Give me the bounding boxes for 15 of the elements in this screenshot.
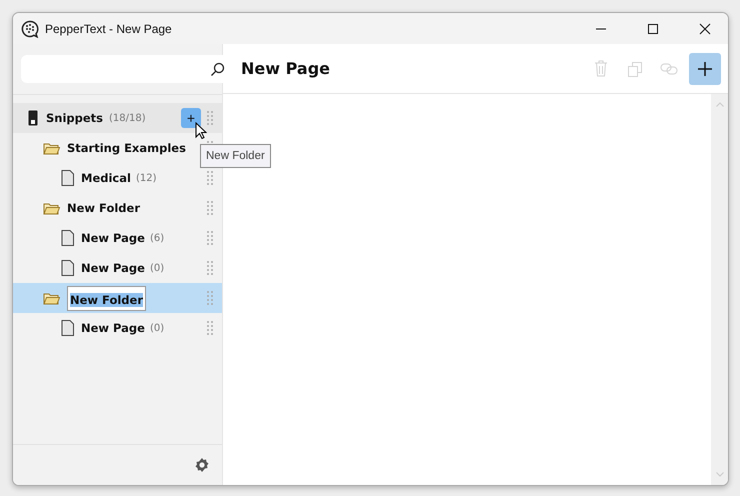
item-count: (12) — [136, 172, 156, 184]
item-label: New Page — [81, 231, 145, 245]
item-count: (6) — [150, 232, 164, 244]
item-count: (0) — [150, 322, 164, 334]
item-label: New Page — [81, 321, 145, 335]
window-title: PepperText - New Page — [45, 22, 172, 36]
item-label: Medical — [81, 171, 131, 185]
item-label: New Page — [81, 261, 145, 275]
item-count: (0) — [150, 262, 164, 274]
item-count: (18/18) — [109, 112, 146, 124]
item-label: New Folder — [67, 201, 140, 215]
item-label: Starting Examples — [67, 141, 186, 155]
page-title: New Page — [241, 59, 330, 78]
item-label: Snippets — [46, 111, 104, 125]
tooltip: New Folder — [200, 144, 271, 168]
